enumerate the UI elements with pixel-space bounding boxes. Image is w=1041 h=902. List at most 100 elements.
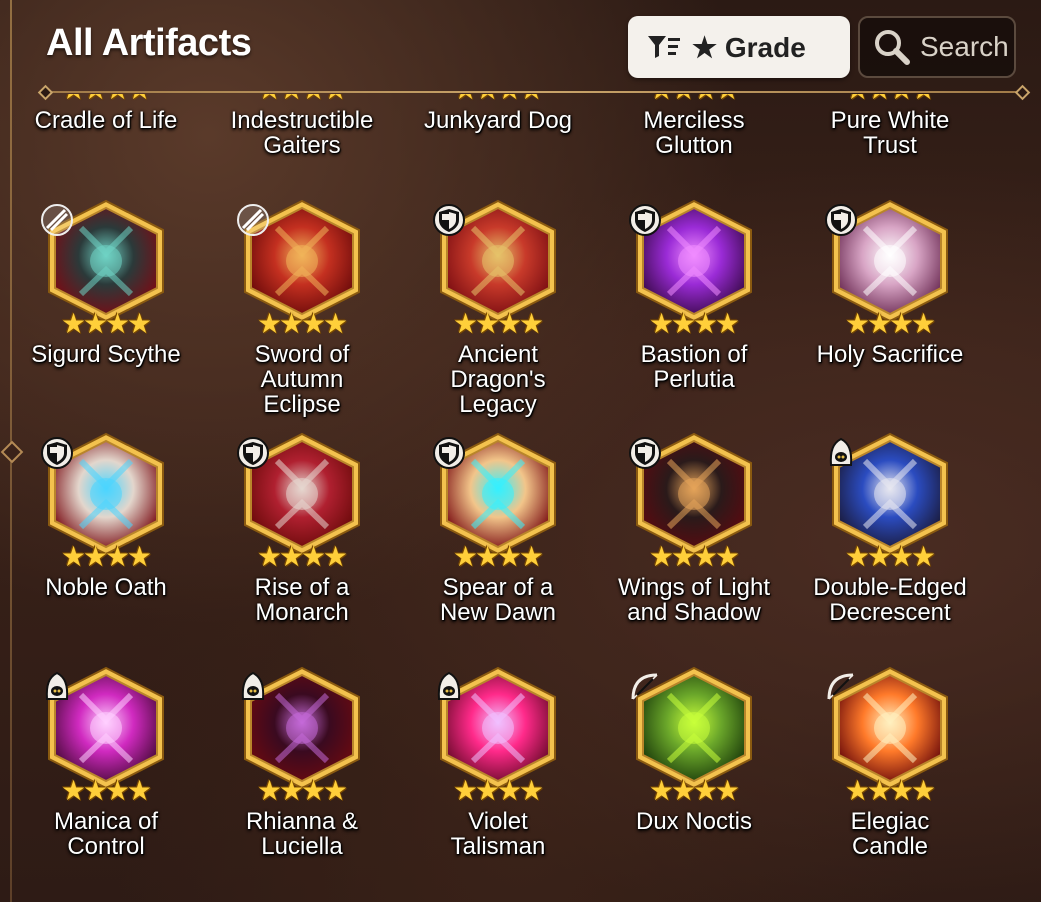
star-icon: ★ — [497, 94, 522, 104]
artifact-card[interactable]: ★ ★ ★ ★ Sword of Autumn Eclipse — [204, 198, 400, 428]
artifact-card[interactable]: ★★★★Cradle of Life — [8, 94, 204, 194]
star-icon: ★ — [301, 308, 327, 339]
artifact-icon: ★★★★ — [237, 665, 367, 806]
knight-shield-icon — [627, 202, 663, 238]
ranger-bow-icon — [823, 669, 859, 705]
ranger-bow-icon — [627, 669, 663, 705]
star-rating: ★★★★ — [641, 775, 747, 806]
artifact-card[interactable]: ★ ★ ★ ★ Double-Edged Decrescent — [792, 431, 988, 661]
star-icon: ★ — [323, 541, 349, 572]
artifact-name: Sword of Autumn Eclipse — [254, 341, 350, 418]
star-icon: ★ — [715, 308, 741, 339]
star-icon: ★ — [127, 94, 152, 104]
star-icon: ★ — [715, 775, 741, 806]
star-icon: ★ — [475, 541, 501, 572]
knight-shield-icon — [235, 435, 271, 471]
artifact-card[interactable]: ★ ★ ★ ★ Spear of a New Dawn — [400, 431, 596, 661]
star-icon: ★ — [911, 541, 937, 572]
star-icon: ★ — [475, 775, 501, 806]
star-icon: ★ — [127, 541, 153, 572]
artifact-icon: ★★★★ — [431, 198, 563, 338]
artifact-card[interactable]: ★ ★ ★ ★ Noble Oath — [8, 431, 204, 661]
artifact-card[interactable]: ★ ★ ★ ★ Elegiac Candle — [792, 665, 988, 895]
star-icon: ★ — [889, 775, 915, 806]
artifact-name: Merciless Glutton — [643, 107, 745, 159]
star-icon: ★ — [911, 775, 937, 806]
star-icon: ★ — [61, 94, 86, 104]
sort-grade-button[interactable]: ★ Grade — [628, 16, 850, 78]
star-icon: ★ — [127, 775, 153, 806]
star-rating: ★★★★ — [445, 94, 551, 104]
star-rating: ★★★★ — [837, 541, 943, 572]
artifact-name: Indestructible Gaiters — [230, 107, 374, 159]
artifact-card[interactable]: ★★★★ Junkyard Dog — [400, 94, 596, 194]
knight-shield-icon — [431, 202, 467, 238]
star-icon: ★ — [693, 308, 719, 339]
star-icon: ★ — [649, 308, 675, 339]
artifact-card[interactable]: ★★★★Indestructible Gaiters — [204, 94, 400, 194]
star-icon: ★ — [671, 775, 697, 806]
star-icon: ★ — [453, 775, 479, 806]
artifact-name: Ancient Dragon's Legacy — [450, 341, 546, 418]
star-icon: ★ — [889, 308, 915, 339]
artifact-card[interactable]: ★ ★ ★ ★ Ancient Dragon's Legacy — [400, 198, 596, 428]
artifact-card[interactable]: ★ ★ ★ ★ Holy Sacrifice — [792, 198, 988, 428]
knight-shield-icon — [431, 435, 467, 471]
sort-label: ★ Grade — [692, 31, 806, 63]
star-rating: ★★★★ — [249, 308, 355, 339]
knight-shield-icon — [39, 435, 75, 471]
search-button[interactable]: Search — [858, 16, 1016, 78]
star-icon: ★ — [519, 541, 545, 572]
star-rating: ★★★★ — [53, 310, 159, 338]
star-rating: ★★★★ — [837, 94, 943, 104]
artifact-card[interactable]: ★ ★ ★ ★ Sigurd Scythe — [8, 198, 204, 428]
artifact-icon: ★★★★ — [825, 431, 955, 572]
star-icon: ★ — [105, 775, 131, 806]
artifact-icon: ★★★★ — [235, 431, 367, 572]
artifact-name: Pure White Trust — [830, 107, 950, 159]
sort-filter-icon — [648, 36, 680, 58]
star-icon: ★ — [279, 308, 305, 339]
star-rating: ★★★★ — [445, 775, 551, 806]
artifact-card[interactable]: ★ ★ ★ ★ Wings of Light and Shadow — [596, 431, 792, 661]
star-icon: ★ — [649, 94, 674, 104]
artifact-card[interactable]: ★★★★Merciless Glutton — [596, 94, 792, 194]
artifact-card[interactable]: ★ ★ ★ ★ Violet Talisman — [400, 665, 596, 895]
star-icon: ★ — [301, 541, 327, 572]
artifact-name: Junkyard Dog — [423, 107, 573, 134]
star-icon: ★ — [715, 541, 741, 572]
star-icon: ★ — [519, 775, 545, 806]
knight-shield-icon — [823, 202, 859, 238]
star-icon: ★ — [323, 94, 348, 104]
star-rating: ★★★★ — [641, 308, 747, 339]
artifact-name: Rise of a Monarch — [254, 574, 350, 626]
star-icon: ★ — [453, 541, 479, 572]
artifact-name: Holy Sacrifice — [816, 341, 964, 368]
star-icon: ★ — [671, 541, 697, 572]
page-title: All Artifacts — [46, 22, 252, 64]
thief-icon — [39, 202, 75, 238]
star-icon: ★ — [867, 308, 893, 339]
artifact-card[interactable]: ★ ★ ★ ★ Manica of Control — [8, 665, 204, 895]
star-icon: ★ — [301, 94, 326, 104]
artifact-card[interactable]: ★ ★ ★ ★ Rise of a Monarch — [204, 431, 400, 661]
star-icon: ★ — [279, 775, 305, 806]
star-icon: ★ — [911, 308, 937, 339]
star-icon: ★ — [867, 541, 893, 572]
artifact-card[interactable]: ★ ★ ★ ★ Rhianna & Luciella — [204, 665, 400, 895]
star-icon: ★ — [889, 541, 915, 572]
star-rating: ★★★★ — [249, 775, 355, 806]
artifact-card[interactable]: ★★★★ Pure White Trust — [792, 94, 988, 194]
star-icon: ★ — [715, 94, 740, 104]
artifact-card[interactable]: ★ ★ ★ ★ Bastion of Perlutia — [596, 198, 792, 428]
artifact-icon: ★★★★ — [823, 198, 955, 339]
star-icon: ★ — [519, 94, 544, 104]
artifact-name: Noble Oath — [45, 574, 167, 601]
artifact-icon: ★★★★ — [433, 94, 563, 104]
star-icon: ★ — [649, 775, 675, 806]
artifact-card[interactable]: ★ ★ ★ ★ Dux Noctis — [596, 665, 792, 895]
artifact-name: Sigurd Scythe — [31, 341, 181, 368]
mage-hood-icon — [431, 669, 467, 705]
star-icon: ★ — [845, 775, 871, 806]
star-icon: ★ — [61, 775, 87, 806]
